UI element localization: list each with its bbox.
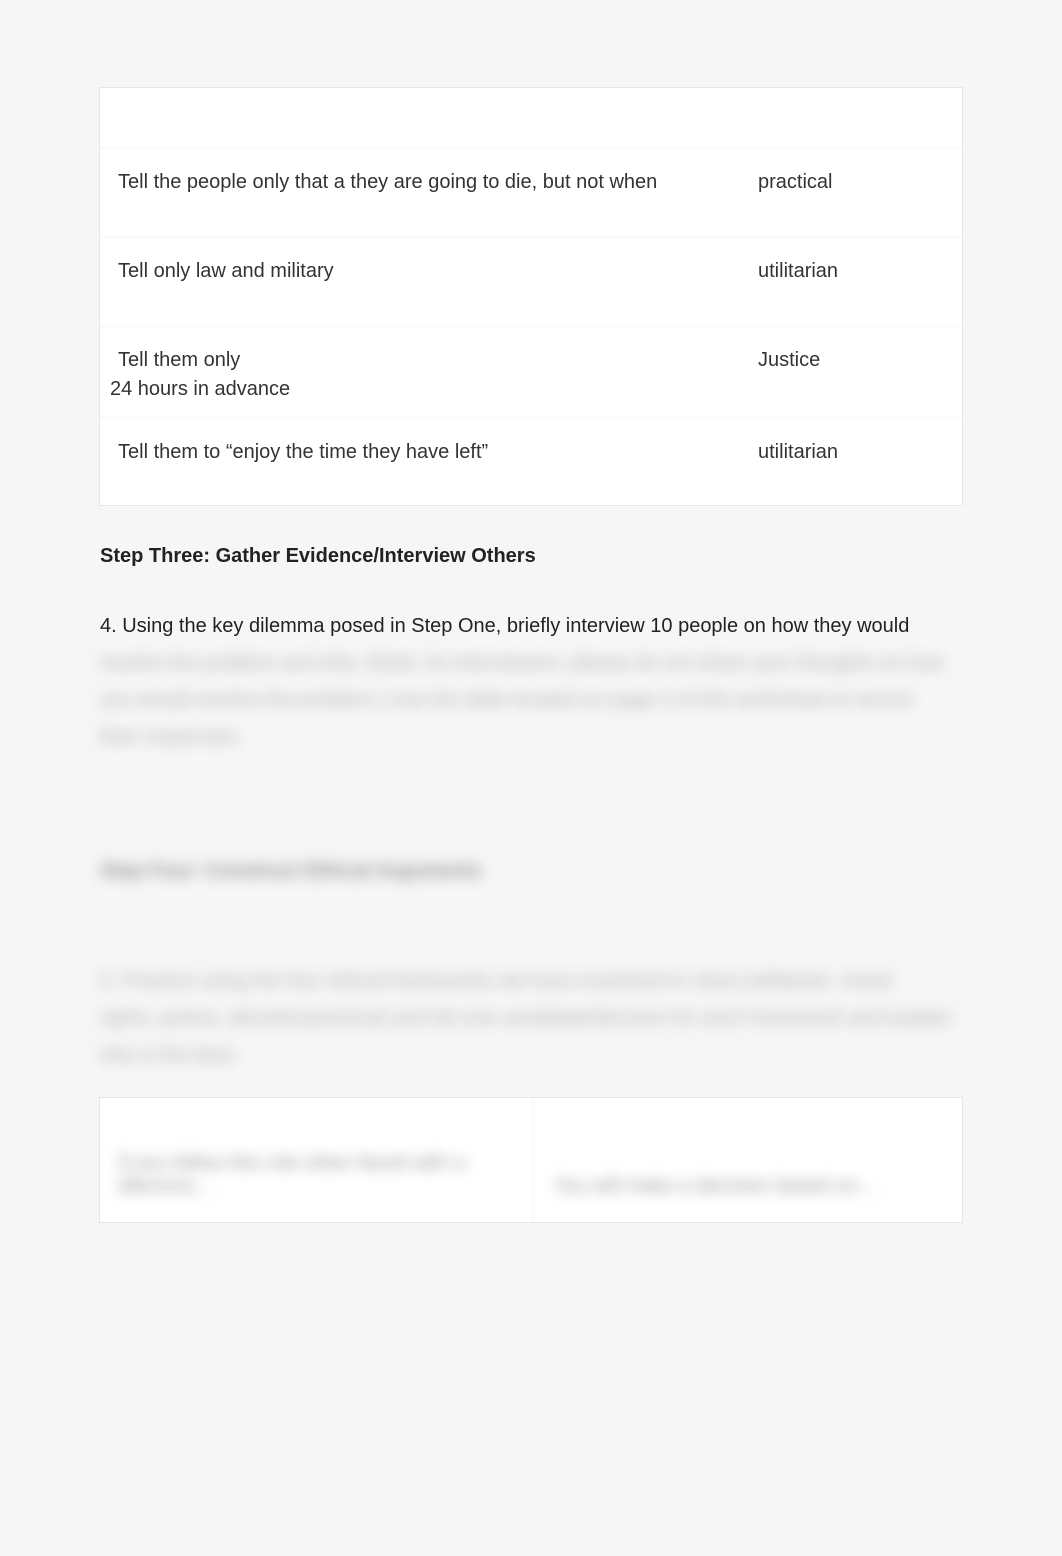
question-4: 4. Using the key dilemma posed in Step O…	[100, 608, 962, 756]
framework-cell: utilitarian	[740, 235, 962, 324]
q4-blurred-line: their responses.	[100, 726, 242, 748]
framework-cell: practical	[740, 146, 962, 235]
step-four-heading: Step Four: Construct Ethical Arguments	[100, 860, 962, 883]
framework-cell: utilitarian	[740, 416, 962, 505]
step-three-heading: Step Three: Gather Evidence/Interview Ot…	[100, 545, 962, 568]
table-row: Tell the people only that a they are goi…	[100, 146, 962, 235]
q4-blurred-line: resolve the problem and why. (Note: As i…	[100, 652, 943, 674]
q5-blurred-line: 5. Practice using the four ethical frame…	[100, 970, 891, 992]
frameworks-left-line: dilemma…	[118, 1175, 214, 1197]
frameworks-left-cell: If you follow this rule when faced with …	[100, 1098, 531, 1222]
q4-visible-line: 4. Using the key dilemma posed in Step O…	[100, 615, 909, 637]
frameworks-table: If you follow this rule when faced with …	[100, 1098, 962, 1222]
q4-blurred-line: you would resolve the problem.) Use the …	[100, 689, 912, 711]
option-line-1: Tell them only	[118, 349, 240, 371]
frameworks-right-line: You will make a decision based on…	[553, 1175, 878, 1197]
option-cell: Tell only law and military	[100, 235, 740, 324]
table-header-row	[100, 88, 962, 146]
option-cell: Tell the people only that a they are goi…	[100, 146, 740, 235]
table-row: If you follow this rule when faced with …	[100, 1098, 962, 1222]
q5-blurred-line: why is the best.	[100, 1044, 238, 1066]
option-cell: Tell them only 24 hours in advance	[100, 324, 740, 416]
table-row: Tell them only 24 hours in advance Justi…	[100, 324, 962, 416]
frameworks-right-cell: You will make a decision based on…	[531, 1098, 962, 1222]
option-line-2: 24 hours in advance	[110, 375, 290, 404]
table-row: Tell them to “enjoy the time they have l…	[100, 416, 962, 505]
options-table: Tell the people only that a they are goi…	[100, 88, 962, 505]
q5-blurred-line: rights, justice, altruistic/practical) a…	[100, 1007, 952, 1029]
question-5: 5. Practice using the four ethical frame…	[100, 963, 962, 1074]
table-header-left	[100, 88, 740, 146]
option-cell: Tell them to “enjoy the time they have l…	[100, 416, 740, 505]
frameworks-left-line: If you follow this rule when faced with …	[118, 1152, 465, 1174]
framework-cell: Justice	[740, 324, 962, 416]
table-row: Tell only law and military utilitarian	[100, 235, 962, 324]
table-header-right	[740, 88, 962, 146]
